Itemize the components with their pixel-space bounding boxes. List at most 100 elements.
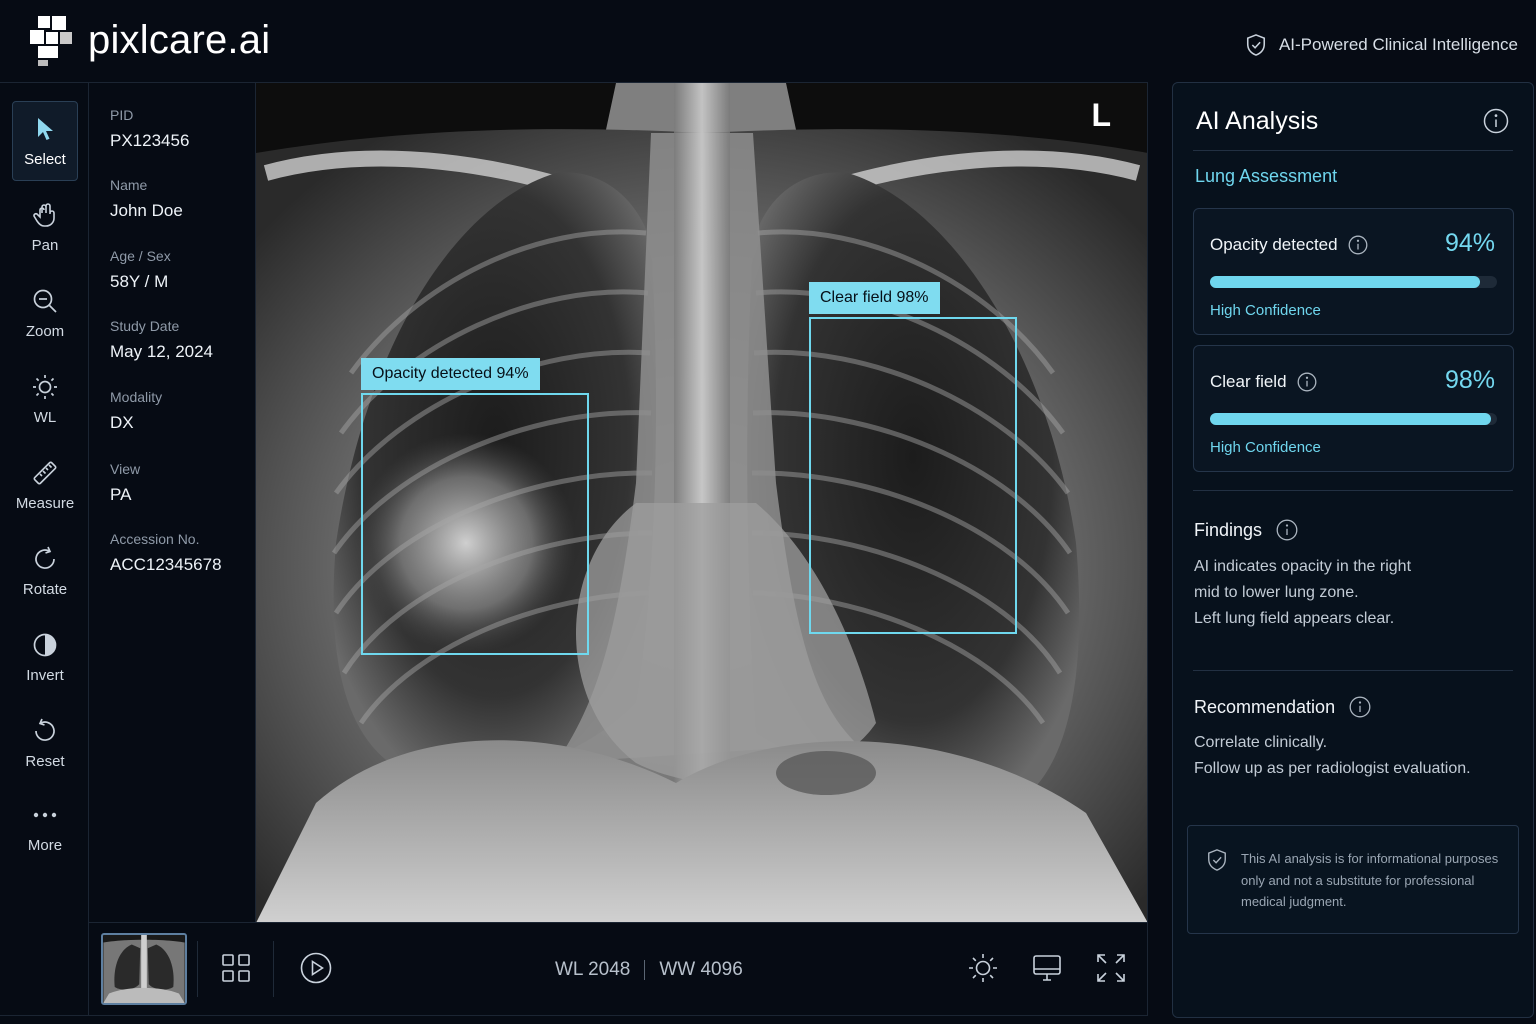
panel-divider	[1193, 670, 1513, 671]
clear-field-annotation-label: Clear field 98%	[809, 282, 940, 314]
tool-label: More	[27, 836, 63, 854]
tool-wl-button[interactable]: WL	[12, 359, 78, 439]
tool-label: Rotate	[22, 580, 68, 598]
field-value: PX123456	[110, 131, 190, 150]
tool-label: Measure	[15, 494, 75, 512]
field-value: 58Y / M	[110, 272, 169, 291]
confidence-progress-fill	[1210, 276, 1480, 288]
patient-pid: PID PX123456	[110, 107, 189, 151]
card-title-row: Opacity detected	[1210, 235, 1368, 255]
panel-divider	[1193, 490, 1513, 491]
card-percent: 98%	[1444, 366, 1495, 394]
card-title-row: Clear field	[1210, 372, 1317, 392]
app-header: pixlcare.ai AI-Powered Clinical Intellig…	[0, 0, 1536, 82]
play-cine-button[interactable]	[299, 951, 333, 985]
section-subtitle: Lung Assessment	[1195, 166, 1338, 186]
findings-line: Left lung field appears clear.	[1194, 610, 1395, 627]
info-icon[interactable]	[1276, 519, 1298, 541]
rotate-icon	[35, 546, 55, 569]
panel-title: AI Analysis	[1196, 107, 1319, 135]
shield-check-icon	[1246, 34, 1265, 56]
card-percent: 94%	[1444, 229, 1495, 257]
orientation-marker: L	[1091, 97, 1111, 133]
series-thumbnail[interactable]	[101, 933, 187, 1005]
field-label: Age / Sex	[110, 248, 171, 264]
tool-more-button[interactable]: More	[12, 787, 78, 867]
confidence-progress-track	[1210, 276, 1497, 288]
tool-label: Pan	[31, 236, 59, 254]
opacity-score-card: Opacity detected 94% High Confidence	[1193, 208, 1514, 335]
findings-title: Findings	[1194, 519, 1263, 540]
patient-age-sex: Age / Sex 58Y / M	[110, 248, 171, 292]
field-label: Study Date	[110, 318, 180, 334]
monitor-icon	[1033, 955, 1061, 981]
tool-pan-button[interactable]: Pan	[12, 187, 78, 267]
thumbnail-xray-image	[103, 935, 185, 1003]
confidence-label: High Confidence	[1210, 302, 1321, 319]
brightness-button[interactable]	[966, 951, 1000, 985]
reset-icon	[35, 718, 55, 741]
play-icon	[300, 952, 332, 984]
shield-check-icon	[1208, 849, 1226, 871]
zoom-icon	[33, 289, 57, 313]
info-icon[interactable]	[1349, 696, 1371, 718]
tool-reset-button[interactable]: Reset	[12, 703, 78, 783]
pan-icon	[33, 202, 55, 227]
recommendation-title: Recommendation	[1194, 696, 1336, 717]
grid-icon	[222, 954, 250, 982]
sun-icon	[969, 954, 997, 982]
field-label: PID	[110, 107, 134, 123]
field-value: ACC12345678	[110, 555, 222, 574]
field-label: Name	[110, 177, 148, 193]
tool-select-button[interactable]: Select	[12, 101, 78, 181]
tool-label: Invert	[26, 666, 64, 684]
image-viewer[interactable]: L Opacity detected 94% Clear field 98%	[256, 82, 1148, 922]
patient-name: Name John Doe	[110, 177, 183, 221]
opacity-bounding-box[interactable]	[361, 393, 589, 655]
tool-label: Zoom	[25, 322, 65, 340]
disclaimer-box: This AI analysis is for informational pu…	[1187, 825, 1519, 934]
card-title: Clear field	[1210, 372, 1287, 391]
brightness-icon	[33, 374, 57, 399]
viewer-bottom-bar: WL 2048 WW 4096	[89, 922, 1148, 1016]
info-icon[interactable]	[1348, 235, 1368, 255]
info-icon[interactable]	[1483, 108, 1509, 134]
field-value: DX	[110, 413, 134, 432]
cursor-icon	[38, 117, 53, 140]
tool-zoom-button[interactable]: Zoom	[12, 273, 78, 353]
fullscreen-icon	[1097, 954, 1125, 982]
patient-view: View PA	[110, 461, 140, 505]
tool-label: WL	[33, 408, 57, 426]
clear-field-score-card: Clear field 98% High Confidence	[1193, 345, 1514, 472]
tool-rotate-button[interactable]: Rotate	[12, 531, 78, 611]
patient-accession: Accession No. ACC12345678	[110, 531, 222, 575]
recommendation-line: Correlate clinically.	[1194, 734, 1328, 751]
clear-field-bounding-box[interactable]	[809, 317, 1017, 634]
findings-line: mid to lower lung zone.	[1194, 584, 1359, 601]
display-settings-button[interactable]	[1030, 951, 1064, 985]
tool-label: Select	[24, 150, 66, 168]
layout-grid-button[interactable]	[219, 951, 253, 985]
field-value: John Doe	[110, 201, 183, 220]
recommendation-text: Correlate clinically. Follow up as per r…	[1194, 730, 1471, 782]
readout-divider	[644, 960, 646, 980]
findings-line: AI indicates opacity in the right	[1194, 558, 1412, 575]
window-width-value: WW 4096	[659, 959, 743, 980]
confidence-label: High Confidence	[1210, 439, 1321, 456]
tool-invert-button[interactable]: Invert	[12, 617, 78, 697]
recommendation-header: Recommendation	[1194, 696, 1371, 718]
invert-icon	[33, 633, 57, 656]
fullscreen-button[interactable]	[1094, 951, 1128, 985]
field-value: PA	[110, 485, 132, 504]
recommendation-line: Follow up as per radiologist evaluation.	[1194, 760, 1471, 777]
window-level-readout: WL 2048 WW 4096	[555, 959, 743, 981]
confidence-progress-fill	[1210, 413, 1492, 425]
pixlcare-logo-icon	[30, 16, 72, 66]
panel-divider	[1193, 150, 1513, 151]
field-label: Modality	[110, 389, 163, 405]
info-icon[interactable]	[1297, 372, 1317, 392]
tool-measure-button[interactable]: Measure	[12, 445, 78, 525]
tool-label: Reset	[25, 752, 65, 770]
patient-info-panel: PID PX123456 Name John Doe Age / Sex 58Y…	[89, 82, 256, 922]
field-label: Accession No.	[110, 531, 200, 547]
